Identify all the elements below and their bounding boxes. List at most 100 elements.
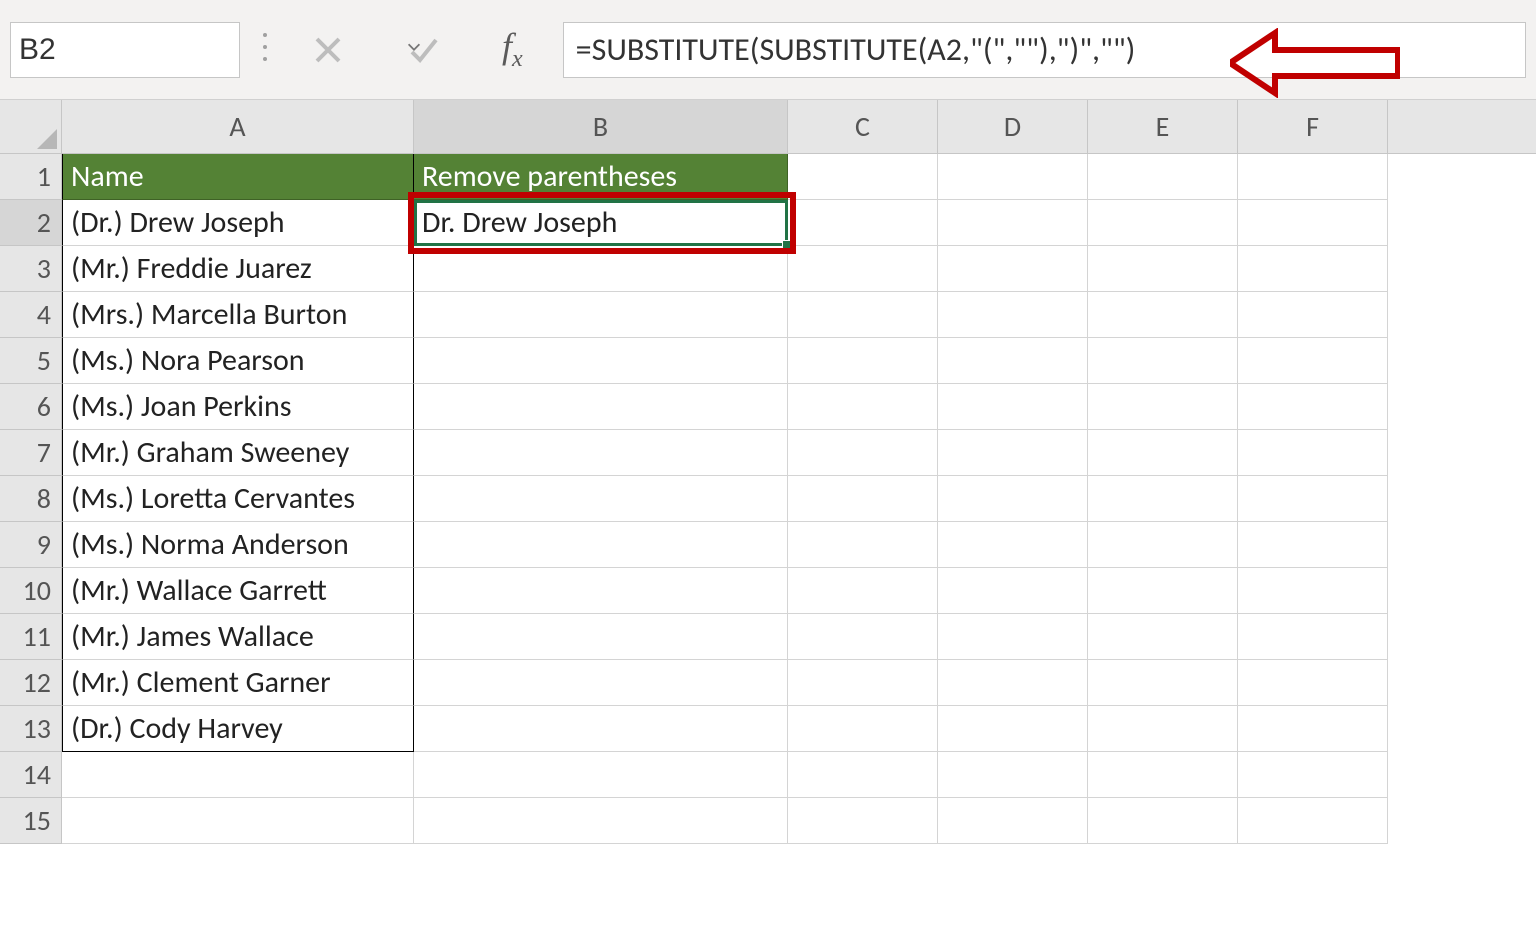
row-header-2[interactable]: 2 xyxy=(0,200,62,246)
cell-F15[interactable] xyxy=(1238,798,1388,844)
row-header-4[interactable]: 4 xyxy=(0,292,62,338)
cell-A2[interactable]: (Dr.) Drew Joseph xyxy=(62,200,414,246)
cell-E11[interactable] xyxy=(1088,614,1238,660)
row-header-6[interactable]: 6 xyxy=(0,384,62,430)
cell-C10[interactable] xyxy=(788,568,938,614)
name-box-container[interactable] xyxy=(10,22,240,78)
cell-A11[interactable]: (Mr.) James Wallace xyxy=(62,614,414,660)
cell-C4[interactable] xyxy=(788,292,938,338)
formula-input[interactable]: =SUBSTITUTE(SUBSTITUTE(A2,"(",""),")",""… xyxy=(576,30,1136,69)
cell-D12[interactable] xyxy=(938,660,1088,706)
column-header-B[interactable]: B xyxy=(414,100,788,153)
cell-F7[interactable] xyxy=(1238,430,1388,476)
cell-F12[interactable] xyxy=(1238,660,1388,706)
cell-D3[interactable] xyxy=(938,246,1088,292)
row-header-11[interactable]: 11 xyxy=(0,614,62,660)
cell-C1[interactable] xyxy=(788,154,938,200)
cancel-icon[interactable] xyxy=(310,32,346,68)
cell-E3[interactable] xyxy=(1088,246,1238,292)
cell-C14[interactable] xyxy=(788,752,938,798)
cell-E13[interactable] xyxy=(1088,706,1238,752)
row-header-14[interactable]: 14 xyxy=(0,752,62,798)
cell-D10[interactable] xyxy=(938,568,1088,614)
cell-B15[interactable] xyxy=(414,798,788,844)
cell-E6[interactable] xyxy=(1088,384,1238,430)
cell-A1[interactable]: Name xyxy=(62,154,414,200)
cell-A14[interactable] xyxy=(62,752,414,798)
cell-F9[interactable] xyxy=(1238,522,1388,568)
cell-D8[interactable] xyxy=(938,476,1088,522)
cell-D5[interactable] xyxy=(938,338,1088,384)
enter-icon[interactable] xyxy=(406,32,442,68)
row-header-12[interactable]: 12 xyxy=(0,660,62,706)
cell-A9[interactable]: (Ms.) Norma Anderson xyxy=(62,522,414,568)
cell-A6[interactable]: (Ms.) Joan Perkins xyxy=(62,384,414,430)
cell-D14[interactable] xyxy=(938,752,1088,798)
cell-E15[interactable] xyxy=(1088,798,1238,844)
cell-D13[interactable] xyxy=(938,706,1088,752)
cell-E4[interactable] xyxy=(1088,292,1238,338)
cell-B11[interactable] xyxy=(414,614,788,660)
cell-F6[interactable] xyxy=(1238,384,1388,430)
cell-D11[interactable] xyxy=(938,614,1088,660)
formula-input-container[interactable]: =SUBSTITUTE(SUBSTITUTE(A2,"(",""),")",""… xyxy=(563,22,1526,78)
cell-D7[interactable] xyxy=(938,430,1088,476)
cell-E5[interactable] xyxy=(1088,338,1238,384)
cell-A4[interactable]: (Mrs.) Marcella Burton xyxy=(62,292,414,338)
cell-E10[interactable] xyxy=(1088,568,1238,614)
column-header-F[interactable]: F xyxy=(1238,100,1388,153)
cell-B3[interactable] xyxy=(414,246,788,292)
cell-C11[interactable] xyxy=(788,614,938,660)
column-header-C[interactable]: C xyxy=(788,100,938,153)
column-header-A[interactable]: A xyxy=(62,100,414,153)
cell-C2[interactable] xyxy=(788,200,938,246)
select-all-corner[interactable] xyxy=(0,100,62,153)
cell-A12[interactable]: (Mr.) Clement Garner xyxy=(62,660,414,706)
cell-B1[interactable]: Remove parentheses xyxy=(414,154,788,200)
cell-D2[interactable] xyxy=(938,200,1088,246)
cell-A15[interactable] xyxy=(62,798,414,844)
cell-F2[interactable] xyxy=(1238,200,1388,246)
cell-F1[interactable] xyxy=(1238,154,1388,200)
cell-A10[interactable]: (Mr.) Wallace Garrett xyxy=(62,568,414,614)
cell-E7[interactable] xyxy=(1088,430,1238,476)
cell-E1[interactable] xyxy=(1088,154,1238,200)
fill-handle[interactable] xyxy=(782,240,792,250)
cell-C15[interactable] xyxy=(788,798,938,844)
cell-A5[interactable]: (Ms.) Nora Pearson xyxy=(62,338,414,384)
cell-A7[interactable]: (Mr.) Graham Sweeney xyxy=(62,430,414,476)
cell-F8[interactable] xyxy=(1238,476,1388,522)
cell-B2[interactable]: Dr. Drew Joseph xyxy=(414,200,788,246)
cell-B13[interactable] xyxy=(414,706,788,752)
cell-D4[interactable] xyxy=(938,292,1088,338)
row-header-3[interactable]: 3 xyxy=(0,246,62,292)
cell-C7[interactable] xyxy=(788,430,938,476)
cell-E12[interactable] xyxy=(1088,660,1238,706)
cell-C8[interactable] xyxy=(788,476,938,522)
cell-C12[interactable] xyxy=(788,660,938,706)
column-header-E[interactable]: E xyxy=(1088,100,1238,153)
row-header-1[interactable]: 1 xyxy=(0,154,62,200)
insert-function-icon[interactable]: fx xyxy=(502,25,523,73)
cell-C13[interactable] xyxy=(788,706,938,752)
cell-F3[interactable] xyxy=(1238,246,1388,292)
row-header-9[interactable]: 9 xyxy=(0,522,62,568)
cell-F11[interactable] xyxy=(1238,614,1388,660)
row-header-7[interactable]: 7 xyxy=(0,430,62,476)
cell-A3[interactable]: (Mr.) Freddie Juarez xyxy=(62,246,414,292)
cell-E9[interactable] xyxy=(1088,522,1238,568)
cell-B6[interactable] xyxy=(414,384,788,430)
cell-D1[interactable] xyxy=(938,154,1088,200)
cell-E14[interactable] xyxy=(1088,752,1238,798)
cell-B8[interactable] xyxy=(414,476,788,522)
row-header-10[interactable]: 10 xyxy=(0,568,62,614)
cell-B7[interactable] xyxy=(414,430,788,476)
cell-D9[interactable] xyxy=(938,522,1088,568)
cell-F14[interactable] xyxy=(1238,752,1388,798)
cell-A13[interactable]: (Dr.) Cody Harvey xyxy=(62,706,414,752)
cell-F13[interactable] xyxy=(1238,706,1388,752)
cell-F5[interactable] xyxy=(1238,338,1388,384)
cell-E8[interactable] xyxy=(1088,476,1238,522)
cell-B12[interactable] xyxy=(414,660,788,706)
cell-B5[interactable] xyxy=(414,338,788,384)
